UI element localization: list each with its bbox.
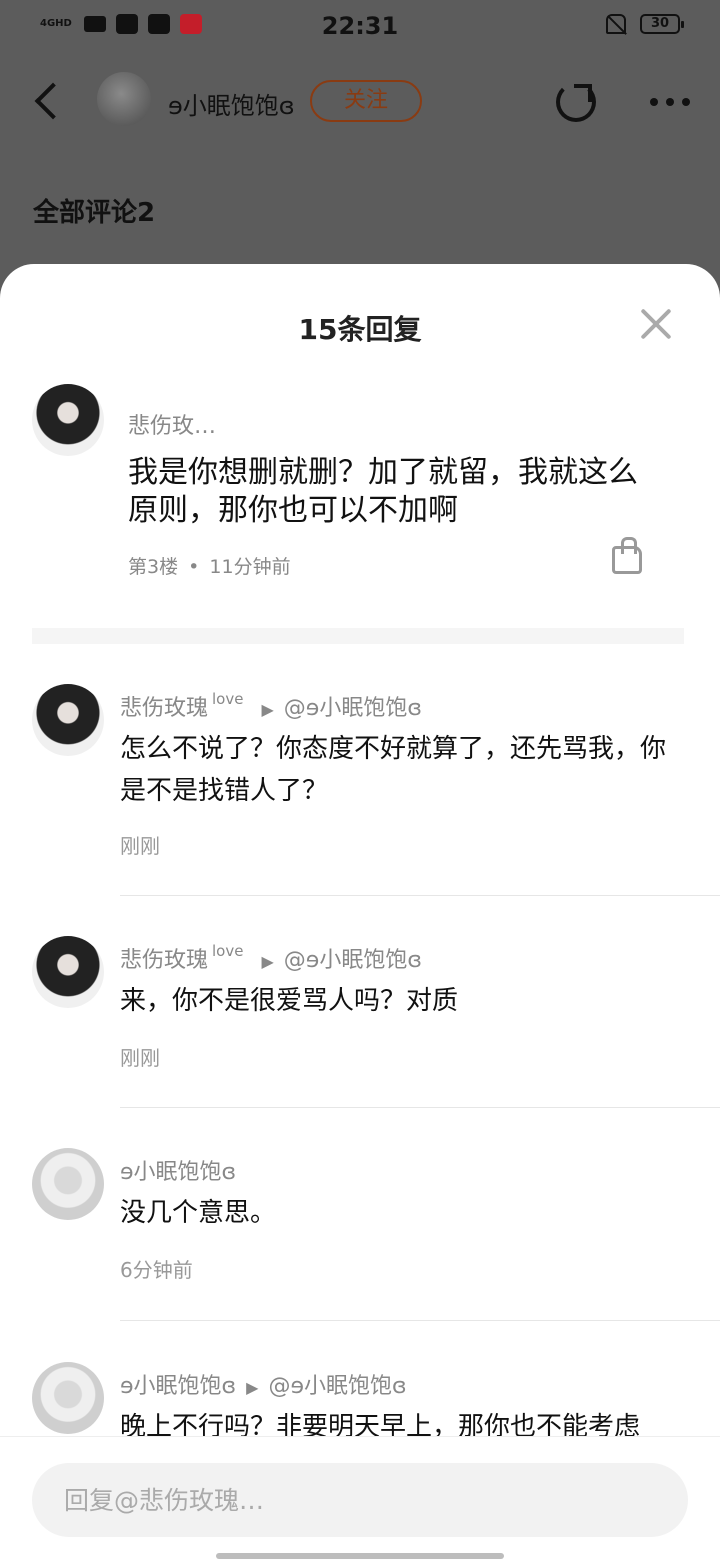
reply-header: ɘ小眠饱饱ɞ [120, 1154, 236, 1186]
list-item[interactable]: ɘ小眠饱饱ɞ ▶ @ɘ小眠饱饱ɞ 晚上不行吗？非要明天早上，那你也不能考虑 [0, 1362, 720, 1442]
reply-text: 怎么不说了？你态度不好就算了，还先骂我，你是不是找错人了？ [120, 734, 667, 806]
avatar[interactable] [32, 1148, 104, 1220]
home-indicator[interactable] [216, 1553, 504, 1559]
main-comment: 悲伤玫… 我是你想删就删？加了就留，我就这么原则，那你也可以不加啊 第3楼 • … [0, 382, 720, 622]
love-badge: love [212, 942, 244, 960]
reply-time: 刚刚 [120, 1046, 160, 1070]
reply-arrow-icon: ▶ [246, 1378, 259, 1397]
reply-target[interactable]: @ɘ小眠饱饱ɞ [284, 948, 422, 973]
reply-target[interactable]: @ɘ小眠饱饱ɞ [268, 1374, 406, 1399]
reply-arrow-icon: ▶ [261, 700, 274, 719]
comment-time: 11分钟前 [209, 556, 291, 578]
reply-text: 没几个意思。 [120, 1198, 277, 1228]
list-item[interactable]: 悲伤玫瑰 love ▶ @ɘ小眠饱饱ɞ 怎么不说了？你态度不好就算了，还先骂我，你是不… [0, 684, 720, 896]
sheet-title: 15条回复 [298, 313, 422, 346]
back-icon[interactable] [34, 82, 72, 120]
comment-author[interactable]: 悲伤玫… [128, 408, 216, 440]
follow-button[interactable]: 关注 [310, 80, 422, 122]
reply-time: 刚刚 [120, 834, 160, 858]
row-divider [120, 895, 720, 896]
row-divider [120, 1107, 720, 1108]
author-name[interactable]: ɘ小眠饱饱ɞ [168, 86, 295, 121]
replies-sheet: 15条回复 悲伤玫… 我是你想删就删？加了就留，我就这么原则，那你也可以不加啊 … [0, 264, 720, 1560]
reply-header: 悲伤玫瑰 love ▶ @ɘ小眠饱饱ɞ [120, 690, 422, 722]
reply-author[interactable]: 悲伤玫瑰 [120, 696, 208, 721]
list-item[interactable]: ɘ小眠饱饱ɞ 没几个意思。 6分钟前 [0, 1148, 720, 1322]
reply-header: 悲伤玫瑰 love ▶ @ɘ小眠饱饱ɞ [120, 942, 422, 974]
reply-author[interactable]: 悲伤玫瑰 [120, 948, 208, 973]
avatar[interactable] [32, 936, 104, 1008]
reply-time: 6分钟前 [120, 1258, 193, 1282]
divider [32, 628, 684, 644]
author-avatar[interactable] [97, 72, 151, 126]
row-divider [120, 1320, 720, 1321]
reply-author[interactable]: ɘ小眠饱饱ɞ [120, 1374, 236, 1399]
reply-arrow-icon: ▶ [261, 952, 274, 971]
reply-target[interactable]: @ɘ小眠饱饱ɞ [284, 696, 422, 721]
like-icon[interactable] [612, 537, 642, 574]
status-right: 30 [606, 14, 684, 34]
love-badge: love [212, 690, 244, 708]
reply-bar [0, 1436, 720, 1560]
comment-floor: 第3楼 [128, 556, 179, 578]
comment-text: 我是你想删就删？加了就留，我就这么原则，那你也可以不加啊 [128, 455, 638, 528]
battery-indicator: 30 [640, 14, 684, 34]
reply-author[interactable]: ɘ小眠饱饱ɞ [120, 1160, 236, 1185]
close-icon[interactable] [640, 308, 672, 340]
more-icon[interactable] [650, 98, 690, 106]
comment-meta: 第3楼 • 11分钟前 [128, 552, 291, 579]
avatar[interactable] [32, 684, 104, 756]
share-icon[interactable] [556, 82, 596, 122]
reply-input[interactable] [32, 1463, 688, 1537]
mute-bell-icon [606, 14, 626, 34]
avatar[interactable] [32, 384, 104, 456]
list-item[interactable]: 悲伤玫瑰 love ▶ @ɘ小眠饱饱ɞ 来，你不是很爱骂人吗？对质 刚刚 [0, 936, 720, 1108]
section-title: 全部评论2 [33, 198, 156, 228]
reply-text: 来，你不是很爱骂人吗？对质 [120, 986, 459, 1016]
top-bar: ɘ小眠饱饱ɞ 关注 [0, 64, 720, 144]
meta-separator: • [188, 556, 200, 578]
reply-header: ɘ小眠饱饱ɞ ▶ @ɘ小眠饱饱ɞ [120, 1368, 407, 1400]
status-bar: 4GHD 22:31 30 [0, 0, 720, 56]
avatar[interactable] [32, 1362, 104, 1434]
